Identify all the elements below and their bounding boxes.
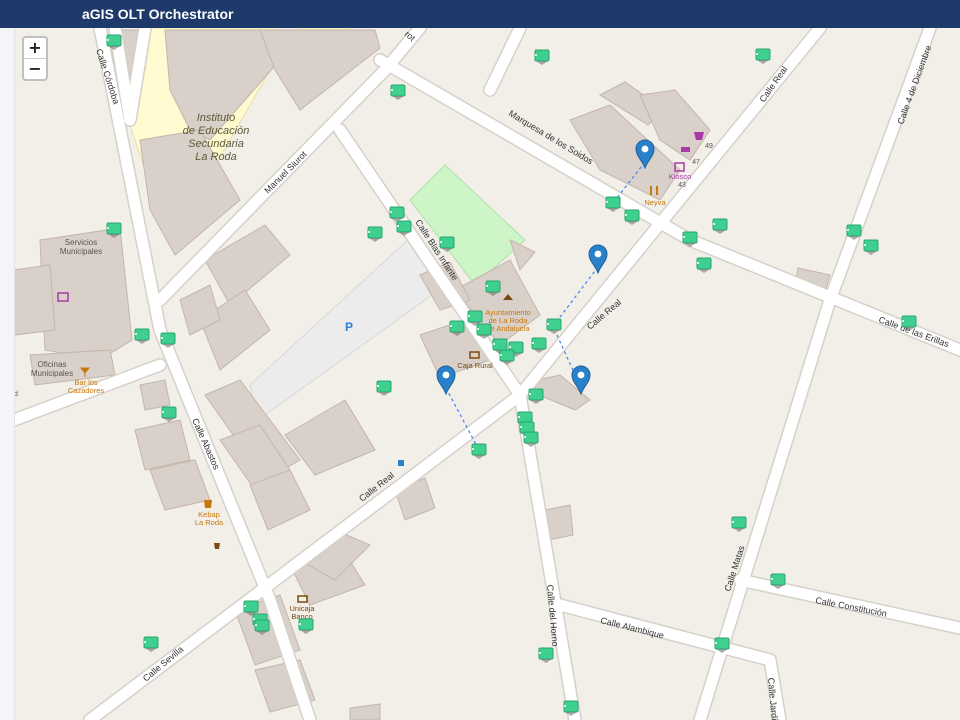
map-canvas[interactable]: Calle Córdoba Manuel Siurot Marquesa de … [0,0,960,720]
shop-icon [681,147,690,152]
app-title: aGIS OLT Orchestrator [82,6,234,22]
poi-label: Instituto [197,112,236,124]
poi-label: Kiosco [669,172,692,181]
poi-label: Caja Rural [457,361,493,370]
poi-label: Servicios [65,238,97,247]
poi-label: Secundaria [188,138,244,150]
side-panel-edge [0,28,15,720]
poi-label: Oficinas [38,360,67,369]
bus-stop-icon [398,460,404,466]
house-number: 43 [678,182,686,189]
poi-label: Municipales [31,369,73,378]
fastfood-icon [204,500,212,508]
poi-label: Municipales [60,247,102,256]
poi-label: de Andalucía [486,324,530,333]
zoom-control: + − [22,36,48,81]
house-number: 47 [692,159,700,166]
zoom-out-button[interactable]: − [24,58,46,79]
poi-label: La Roda [195,518,224,527]
poi-label: Neyva [644,198,666,207]
zoom-in-button[interactable]: + [24,38,46,58]
poi-label: de Educación [183,125,250,137]
cafe-icon [214,543,220,549]
house-number: 49 [705,143,713,150]
poi-label: Cazadores [68,386,105,395]
poi-label: La Roda [195,151,237,163]
parking-label: P [345,320,353,334]
app-header: aGIS OLT Orchestrator [0,0,960,28]
